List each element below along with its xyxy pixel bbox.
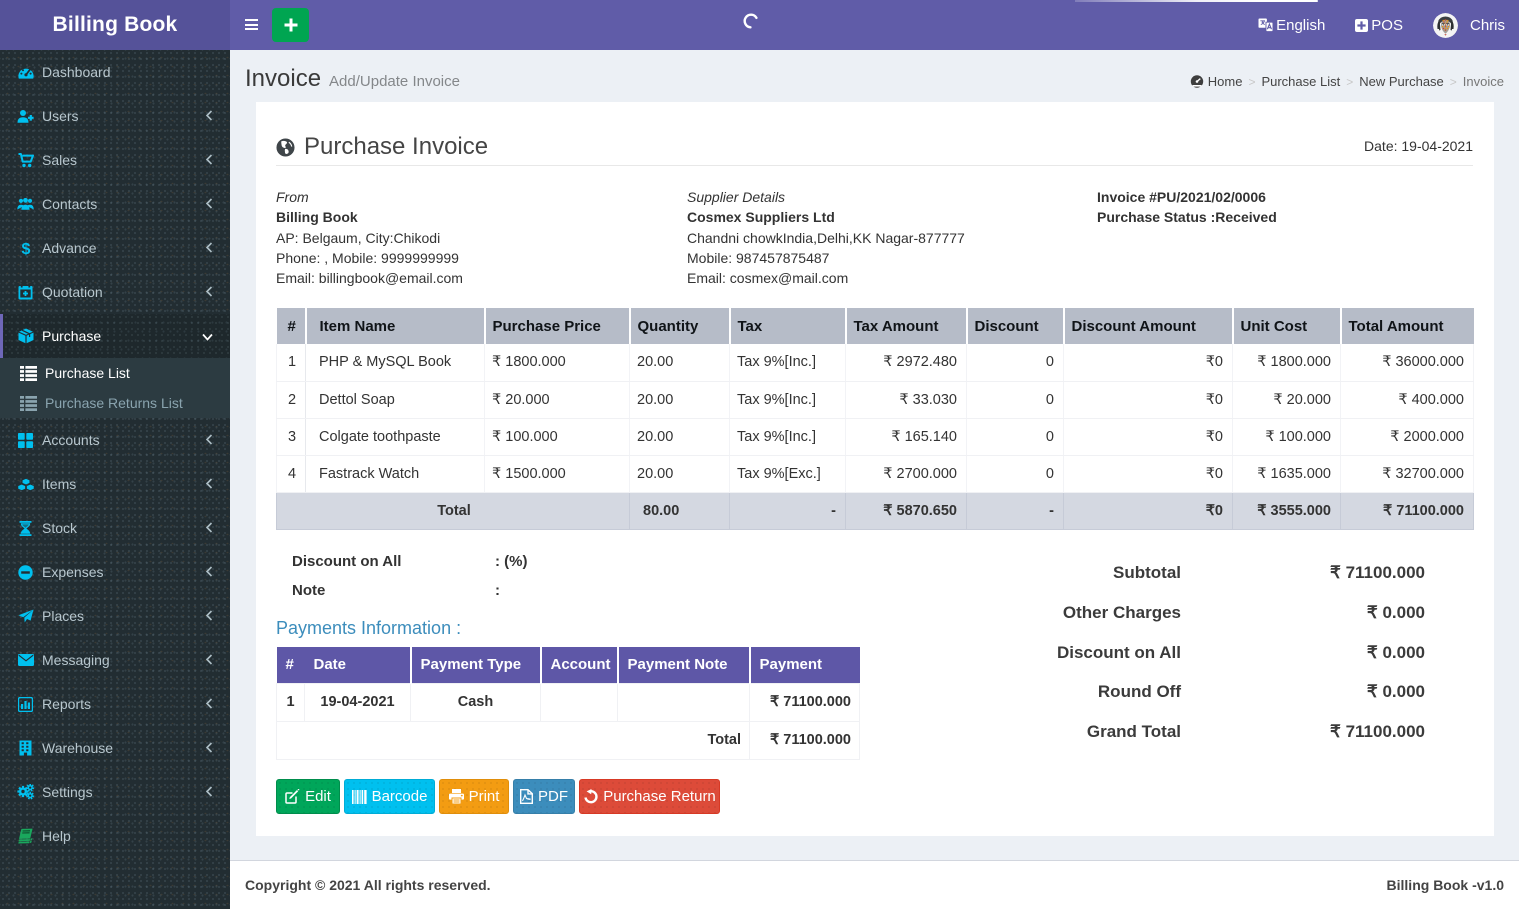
svg-text:$: $ [21, 241, 30, 257]
